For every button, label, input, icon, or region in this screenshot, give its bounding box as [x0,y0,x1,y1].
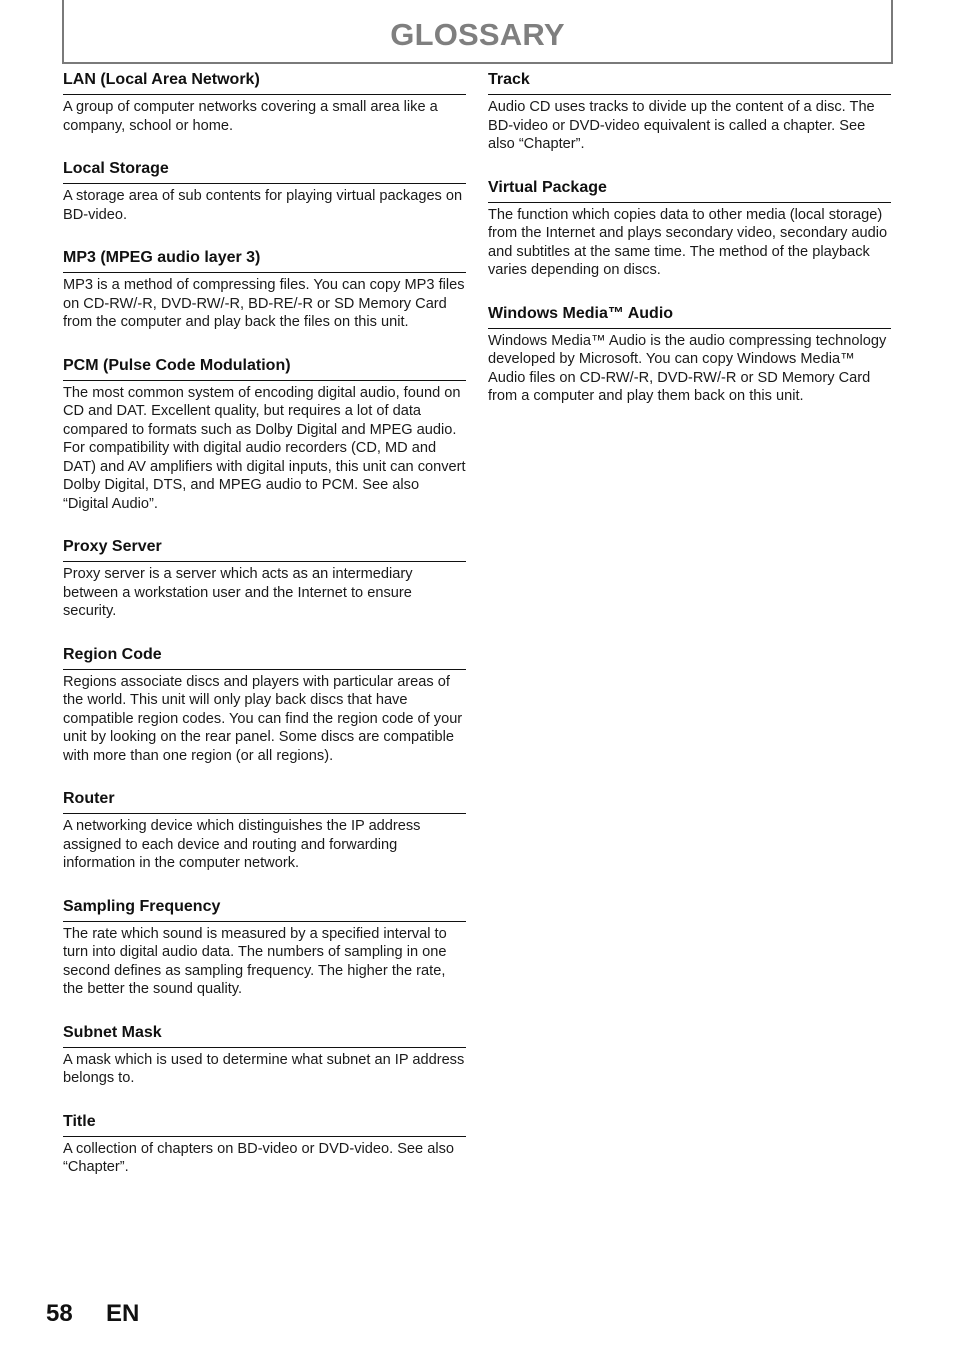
glossary-definition: MP3 is a method of compressing files. Yo… [63,277,465,330]
glossary-definition: A storage area of sub contents for playi… [63,188,463,223]
glossary-column-right: Track Audio CD uses tracks to divide up … [488,68,891,428]
glossary-definition: Regions associate discs and players with… [63,673,463,764]
glossary-definition: The rate which sound is measured by a sp… [63,925,447,998]
glossary-definition: A mask which is used to determine what s… [63,1051,465,1087]
glossary-term: Router [63,787,466,814]
glossary-definition: A networking device which distinguishes … [63,818,421,871]
glossary-term: Local Storage [63,157,466,184]
glossary-definition: The function which copies data to other … [488,206,888,279]
glossary-term: PCM (Pulse Code Modulation) [63,354,466,381]
glossary-entry-sampling-frequency: Sampling Frequency The rate which sound … [63,895,466,999]
glossary-entry-proxy-server: Proxy Server Proxy server is a server wh… [63,535,466,621]
glossary-term: Title [63,1110,466,1137]
glossary-definition: Windows Media™ Audio is the audio compre… [488,332,887,405]
glossary-entry-virtual-package: Virtual Package The function which copie… [488,176,891,280]
glossary-entry-router: Router A networking device which disting… [63,787,466,873]
glossary-term: Proxy Server [63,535,466,562]
glossary-entry-pcm: PCM (Pulse Code Modulation) The most com… [63,354,466,514]
glossary-entry-mp3: MP3 (MPEG audio layer 3) MP3 is a method… [63,246,466,332]
page-title: GLOSSARY [390,17,565,52]
glossary-column-left: LAN (Local Area Network) A group of comp… [63,68,466,1199]
page-footer: 58 EN [46,1299,139,1329]
glossary-definition: Proxy server is a server which acts as a… [63,566,413,619]
glossary-definition: Audio CD uses tracks to divide up the co… [488,99,875,152]
glossary-term: LAN (Local Area Network) [63,68,466,95]
glossary-entry-track: Track Audio CD uses tracks to divide up … [488,68,891,154]
glossary-term: Track [488,68,891,95]
glossary-entry-lan: LAN (Local Area Network) A group of comp… [63,68,466,135]
glossary-term: Windows Media™ Audio [488,302,891,329]
glossary-term: Sampling Frequency [63,895,466,922]
glossary-term: Subnet Mask [63,1021,466,1048]
page-header: GLOSSARY [62,0,893,64]
glossary-term: Region Code [63,643,466,670]
glossary-entry-local-storage: Local Storage A storage area of sub cont… [63,157,466,224]
glossary-term: MP3 (MPEG audio layer 3) [63,246,466,273]
glossary-definition: The most common system of encoding digit… [63,384,466,512]
glossary-definition: A group of computer networks covering a … [63,99,438,134]
glossary-entry-windows-media-audio: Windows Media™ Audio Windows Media™ Audi… [488,302,891,406]
page-number: 58 [46,1300,73,1327]
glossary-term: Virtual Package [488,176,891,203]
language-code: EN [106,1300,140,1327]
glossary-entry-region-code: Region Code Regions associate discs and … [63,643,466,766]
glossary-definition: A collection of chapters on BD-video or … [63,1140,454,1176]
glossary-entry-title: Title A collection of chapters on BD-vid… [63,1110,466,1177]
glossary-entry-subnet-mask: Subnet Mask A mask which is used to dete… [63,1021,466,1088]
